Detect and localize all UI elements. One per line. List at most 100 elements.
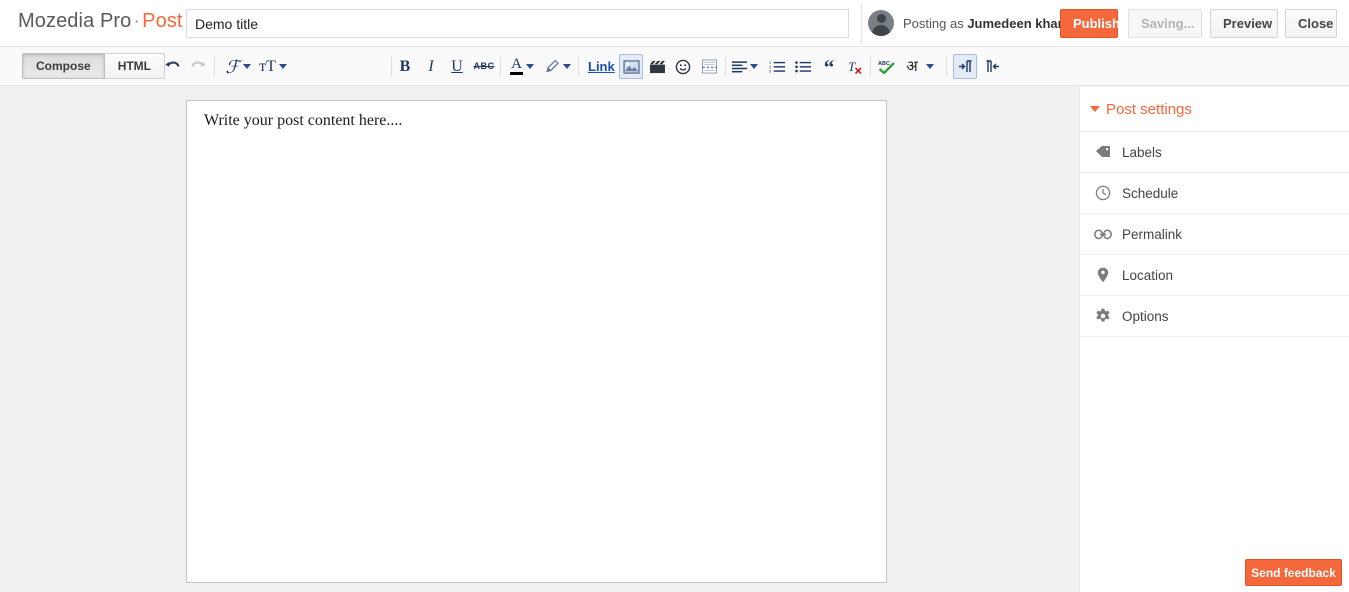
- text-direction-ltr-icon: [958, 60, 971, 72]
- close-button[interactable]: Close: [1285, 9, 1337, 38]
- sidebar-item-label: Location: [1122, 267, 1174, 283]
- numbered-list-button[interactable]: 1 2 3: [765, 47, 789, 86]
- insert-jump-break-button[interactable]: [697, 47, 721, 86]
- bulleted-list-button[interactable]: [791, 47, 815, 86]
- insert-image-button[interactable]: [619, 54, 643, 79]
- font-family-button[interactable]: ℱ: [222, 47, 254, 86]
- underline-label: U: [451, 57, 463, 75]
- location-pin-icon: [1093, 267, 1113, 283]
- toolbar-separator: [500, 57, 501, 76]
- text-color-swatch: [510, 72, 523, 75]
- video-clapper-icon: [649, 60, 665, 73]
- brand-name: Mozedia Pro: [18, 10, 132, 32]
- align-button[interactable]: [730, 47, 760, 86]
- spellcheck-icon: ABC: [878, 61, 895, 74]
- avatar-head: [876, 14, 886, 23]
- toolbar-separator: [946, 57, 947, 76]
- bold-button[interactable]: B: [394, 47, 416, 86]
- sidebar-item-label: Options: [1122, 308, 1169, 324]
- remove-formatting-button[interactable]: T: [843, 47, 867, 86]
- redo-icon: [186, 47, 210, 86]
- toolbar-separator: [725, 57, 726, 76]
- strikethrough-label: ABC: [473, 61, 495, 71]
- text-direction-rtl-button[interactable]: [980, 47, 1004, 86]
- insert-video-button[interactable]: [645, 47, 669, 86]
- text-color-button[interactable]: A: [506, 47, 538, 86]
- svg-text:3: 3: [769, 69, 772, 73]
- preview-button[interactable]: Preview: [1210, 9, 1278, 38]
- italic-button[interactable]: I: [420, 47, 442, 86]
- toolbar-separator: [870, 57, 871, 76]
- toolbar-separator: [578, 57, 579, 76]
- svg-text:ABC: ABC: [878, 61, 890, 67]
- sidebar-item-permalink[interactable]: Permalink: [1080, 214, 1349, 255]
- post-settings-title: Post settings: [1106, 100, 1192, 118]
- blockquote-icon: “: [823, 54, 835, 79]
- bold-label: B: [399, 57, 411, 75]
- toolbar-separator: [391, 57, 392, 76]
- brand-section: Post: [142, 10, 183, 32]
- post-settings-header[interactable]: Post settings: [1080, 87, 1349, 132]
- blockquote-button[interactable]: “: [817, 47, 841, 86]
- editor-toolbar: Compose HTML ℱ тT Normal B I U ABC A Lin…: [0, 47, 1349, 124]
- svg-text:T: T: [848, 59, 856, 74]
- spellcheck-button[interactable]: ABC: [875, 47, 899, 86]
- brand-separator: ·: [133, 10, 141, 32]
- text-direction-rtl-icon: [986, 60, 999, 72]
- sidebar-item-labels[interactable]: Labels: [1080, 132, 1349, 173]
- sidebar-item-label: Permalink: [1122, 226, 1183, 242]
- text-color-label: A: [511, 56, 522, 72]
- avatar: [868, 10, 894, 36]
- font-size-button[interactable]: тT: [256, 47, 290, 86]
- text-direction-ltr-button[interactable]: [953, 54, 977, 79]
- avatar-body: [872, 24, 890, 36]
- image-icon: [622, 59, 640, 74]
- tab-html[interactable]: HTML: [104, 53, 166, 79]
- link-icon: [1093, 229, 1113, 240]
- tag-icon: [1093, 145, 1113, 159]
- app-brand: Mozedia Pro · Post: [18, 10, 183, 33]
- editor-mode-group: Compose HTML: [22, 53, 166, 79]
- caret-down-icon: [1090, 106, 1100, 112]
- font-size-label: тT: [259, 57, 276, 75]
- post-body-text: Write your post content here....: [204, 112, 403, 129]
- emoji-icon: [675, 59, 691, 74]
- sidebar-item-label: Schedule: [1122, 185, 1179, 201]
- posting-as-prefix: Posting as: [903, 16, 968, 31]
- saving-status-button: Saving...: [1128, 9, 1202, 38]
- post-title-input[interactable]: [186, 9, 849, 38]
- send-feedback-button[interactable]: Send feedback: [1245, 559, 1342, 586]
- editor-workspace: Write your post content here....: [0, 87, 1079, 592]
- align-left-icon: [732, 60, 747, 72]
- chevron-down-icon: [925, 64, 934, 69]
- post-settings-sidebar: Post settings Labels Schedule Permalink …: [1079, 87, 1349, 592]
- chevron-down-icon: [278, 64, 287, 69]
- insert-emoji-button[interactable]: [671, 47, 695, 86]
- gear-icon: [1093, 308, 1113, 324]
- chevron-down-icon: [563, 64, 571, 69]
- transliteration-button[interactable]: अ: [901, 47, 939, 86]
- marker-pen-icon: [546, 59, 559, 73]
- insert-link-button[interactable]: Link: [588, 47, 615, 86]
- remove-formatting-icon: T: [848, 59, 862, 74]
- post-body-editor[interactable]: Write your post content here....: [186, 100, 887, 583]
- publish-button[interactable]: Publish: [1060, 9, 1120, 38]
- sidebar-item-location[interactable]: Location: [1080, 255, 1349, 296]
- highlight-color-button[interactable]: [542, 47, 574, 86]
- chevron-down-icon: [242, 64, 251, 69]
- tab-compose[interactable]: Compose: [22, 53, 105, 79]
- strikethrough-button[interactable]: ABC: [472, 47, 496, 86]
- clock-icon: [1093, 185, 1113, 201]
- posting-as-username: Jumedeen khan: [967, 16, 1066, 31]
- redo-glyph: [190, 61, 205, 67]
- numbered-list-icon: 1 2 3: [769, 60, 785, 73]
- sidebar-item-schedule[interactable]: Schedule: [1080, 173, 1349, 214]
- font-family-label: ℱ: [225, 56, 240, 77]
- header-divider: [861, 4, 862, 43]
- undo-glyph: [165, 61, 180, 67]
- chevron-down-icon: [750, 64, 758, 69]
- sidebar-item-options[interactable]: Options: [1080, 296, 1349, 337]
- undo-icon[interactable]: [160, 47, 184, 86]
- top-bar: Mozedia Pro·Post Posting as Jumedeen kha…: [0, 0, 1349, 47]
- underline-button[interactable]: U: [446, 47, 468, 86]
